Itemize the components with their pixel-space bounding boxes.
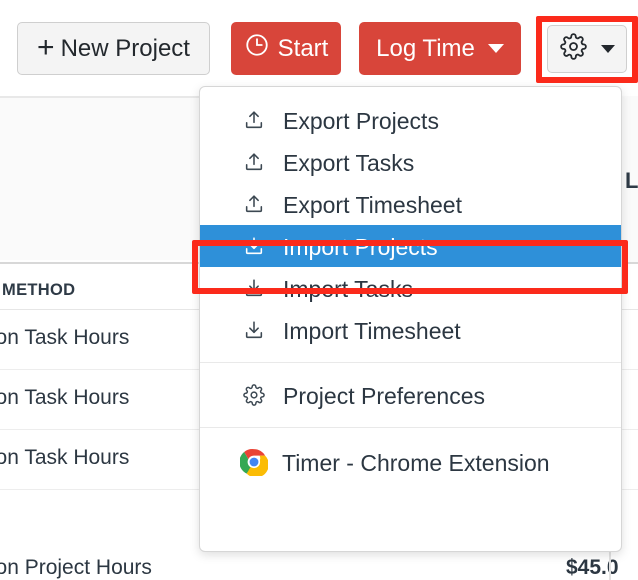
menu-item-label: Import Projects — [283, 236, 438, 259]
gear-icon — [560, 33, 587, 65]
menu-item-timer-chrome-extension[interactable]: Timer - Chrome Extension — [200, 439, 621, 485]
menu-item-import-timesheet[interactable]: Import Timesheet — [200, 309, 621, 351]
settings-dropdown-menu[interactable]: Export Projects Export Tasks Export Time… — [199, 86, 622, 552]
menu-item-import-tasks[interactable]: Import Tasks — [200, 267, 621, 309]
clock-icon — [244, 32, 270, 65]
gear-icon — [242, 383, 266, 407]
plus-icon: + — [37, 33, 55, 63]
caret-down-icon — [488, 44, 504, 53]
menu-item-export-tasks[interactable]: Export Tasks — [200, 141, 621, 183]
download-icon — [242, 318, 266, 342]
menu-bottom-padding — [200, 485, 621, 497]
download-icon — [242, 234, 266, 258]
start-timer-button[interactable]: Start — [231, 22, 341, 75]
chevron-down-icon — [601, 45, 615, 53]
menu-item-export-timesheet[interactable]: Export Timesheet — [200, 183, 621, 225]
menu-item-label: Timer - Chrome Extension — [282, 452, 550, 475]
start-button-label: Start — [278, 35, 329, 63]
cell-billing-method: d on Project Hours — [0, 556, 152, 580]
column-header-billing-method: G METHOD — [0, 281, 75, 300]
log-time-button-label: Log Time — [376, 35, 475, 63]
upload-icon — [242, 192, 266, 216]
cell-billing-method: d on Task Hours — [0, 386, 129, 410]
cell-billing-method: d on Task Hours — [0, 446, 129, 470]
chrome-icon — [240, 448, 268, 476]
menu-item-label: Import Tasks — [283, 278, 413, 301]
menu-item-label: Import Timesheet — [283, 320, 461, 343]
menu-item-project-preferences[interactable]: Project Preferences — [200, 374, 621, 416]
right-column-header-letter: L — [625, 168, 638, 194]
menu-top-padding — [200, 87, 621, 99]
cell-billing-method: d on Task Hours — [0, 326, 129, 350]
menu-item-label: Export Timesheet — [283, 194, 462, 217]
menu-divider — [200, 362, 621, 363]
upload-icon — [242, 108, 266, 132]
menu-item-label: Export Projects — [283, 110, 439, 133]
upload-icon — [242, 150, 266, 174]
new-project-button[interactable]: + New Project — [17, 22, 210, 75]
menu-item-label: Project Preferences — [283, 385, 485, 408]
settings-menu-button[interactable] — [547, 25, 627, 73]
menu-item-import-projects[interactable]: Import Projects — [200, 225, 621, 267]
new-project-button-label: New Project — [61, 35, 190, 63]
app-root: L G METHOD d on Task Hours d on Task Hou… — [0, 0, 638, 580]
log-time-button[interactable]: Log Time — [359, 22, 521, 75]
menu-divider — [200, 427, 621, 428]
menu-item-label: Export Tasks — [283, 152, 414, 175]
menu-item-export-projects[interactable]: Export Projects — [200, 99, 621, 141]
download-icon — [242, 276, 266, 300]
